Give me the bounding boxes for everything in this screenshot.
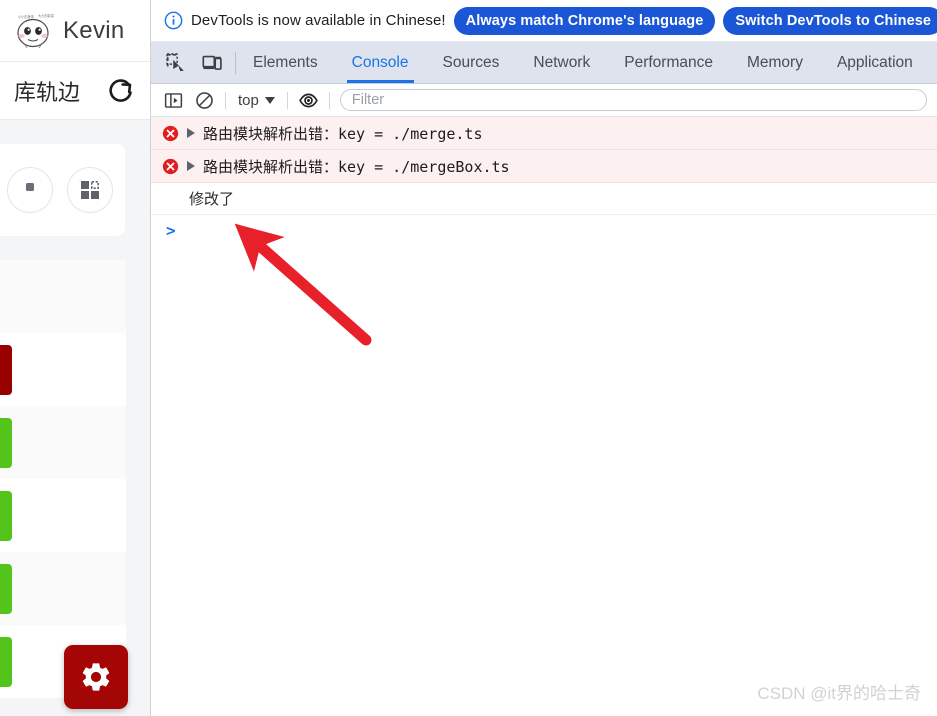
console-toolbar: top xyxy=(151,84,937,117)
screenshot-root: 小小的身体 大大的能量 Kevin 库轨边 DevTools is now av… xyxy=(0,0,937,716)
svg-text:小小的身体: 小小的身体 xyxy=(18,14,35,19)
inspected-web-page: 小小的身体 大大的能量 Kevin 库轨边 xyxy=(0,0,150,716)
row-status-bar-green xyxy=(0,418,12,468)
row-status-bar-green xyxy=(0,564,12,614)
cartoon-face-avatar-icon: 小小的身体 大大的能量 xyxy=(12,9,55,52)
page-list xyxy=(0,260,150,698)
expand-triangle-icon[interactable] xyxy=(187,161,195,171)
tab-sources[interactable]: Sources xyxy=(426,42,517,83)
page-content-body xyxy=(0,120,150,716)
device-toolbar-icon[interactable] xyxy=(201,52,223,74)
expand-triangle-icon[interactable] xyxy=(187,128,195,138)
execution-context-selector[interactable]: top xyxy=(236,92,277,109)
live-expression-eye-icon[interactable] xyxy=(298,90,319,111)
svg-text:大大的能量: 大大的能量 xyxy=(38,13,54,18)
list-item[interactable] xyxy=(0,333,126,406)
console-message-text: 路由模块解析出错：key = ./mergeBox.ts xyxy=(203,157,510,176)
page-header: 小小的身体 大大的能量 Kevin xyxy=(0,0,150,62)
console-sidebar-icon[interactable] xyxy=(163,90,184,111)
tab-network[interactable]: Network xyxy=(516,42,607,83)
console-prompt-row[interactable]: > xyxy=(151,215,937,245)
console-error-row[interactable]: 路由模块解析出错：key = ./mergeBox.ts xyxy=(151,150,937,183)
row-status-bar-green xyxy=(0,491,12,541)
list-item[interactable] xyxy=(0,479,126,552)
row-status-bar-red xyxy=(0,345,12,395)
devtools-language-banner: DevTools is now available in Chinese! Al… xyxy=(151,0,937,42)
chevron-down-icon xyxy=(264,96,275,104)
console-message-text: 修改了 xyxy=(189,190,235,208)
round-action-button-partial[interactable] xyxy=(7,167,53,213)
tab-memory[interactable]: Memory xyxy=(730,42,820,83)
info-circle-icon xyxy=(164,11,183,30)
error-circle-x-icon xyxy=(162,158,179,175)
qr-grid-icon xyxy=(81,180,100,199)
execution-context-label: top xyxy=(238,91,259,109)
qr-grid-icon-button[interactable] xyxy=(67,167,113,213)
banner-message: DevTools is now available in Chinese! xyxy=(191,12,446,29)
gear-icon xyxy=(82,663,110,691)
user-name: Kevin xyxy=(63,16,125,44)
tab-elements[interactable]: Elements xyxy=(236,42,335,83)
subbar-text: 库轨边 xyxy=(13,79,80,105)
error-circle-x-icon xyxy=(162,125,179,142)
always-match-chrome-language-button[interactable]: Always match Chrome's language xyxy=(453,6,716,35)
switch-devtools-language-button[interactable]: Switch DevTools to Chinese xyxy=(723,6,937,35)
csdn-watermark: CSDN @it界的哈士奇 xyxy=(757,684,921,703)
devtools-tab-bar: Elements Console Sources Network Perform… xyxy=(151,42,937,84)
console-prompt-caret-icon: > xyxy=(166,220,176,240)
inspect-element-icon[interactable] xyxy=(165,52,187,74)
tab-console[interactable]: Console xyxy=(335,42,426,83)
console-message-text: 路由模块解析出错：key = ./merge.ts xyxy=(203,124,483,143)
devtools-panel: DevTools is now available in Chinese! Al… xyxy=(150,0,937,716)
console-log-row[interactable]: 修改了 xyxy=(151,183,937,215)
quick-action-card xyxy=(0,144,125,236)
list-item[interactable] xyxy=(0,260,126,333)
clear-console-icon[interactable] xyxy=(194,90,215,111)
tab-performance[interactable]: Performance xyxy=(607,42,730,83)
console-filter-input[interactable] xyxy=(339,89,927,111)
tab-application[interactable]: Application xyxy=(820,42,930,83)
row-status-bar-green xyxy=(0,637,12,687)
toolbar-separator xyxy=(225,91,226,109)
console-message-area: 路由模块解析出错：key = ./merge.ts 路由模块解析出错：key =… xyxy=(151,117,937,716)
toolbar-separator xyxy=(328,91,330,109)
settings-fab-button[interactable] xyxy=(64,645,128,709)
console-error-row[interactable]: 路由模块解析出错：key = ./merge.ts xyxy=(151,117,937,150)
list-item[interactable] xyxy=(0,552,126,625)
refresh-icon[interactable] xyxy=(106,76,136,106)
page-subbar: 库轨边 xyxy=(0,62,150,120)
toolbar-separator xyxy=(286,91,288,109)
devtools-tool-buttons xyxy=(151,42,235,83)
list-item[interactable] xyxy=(0,406,126,479)
